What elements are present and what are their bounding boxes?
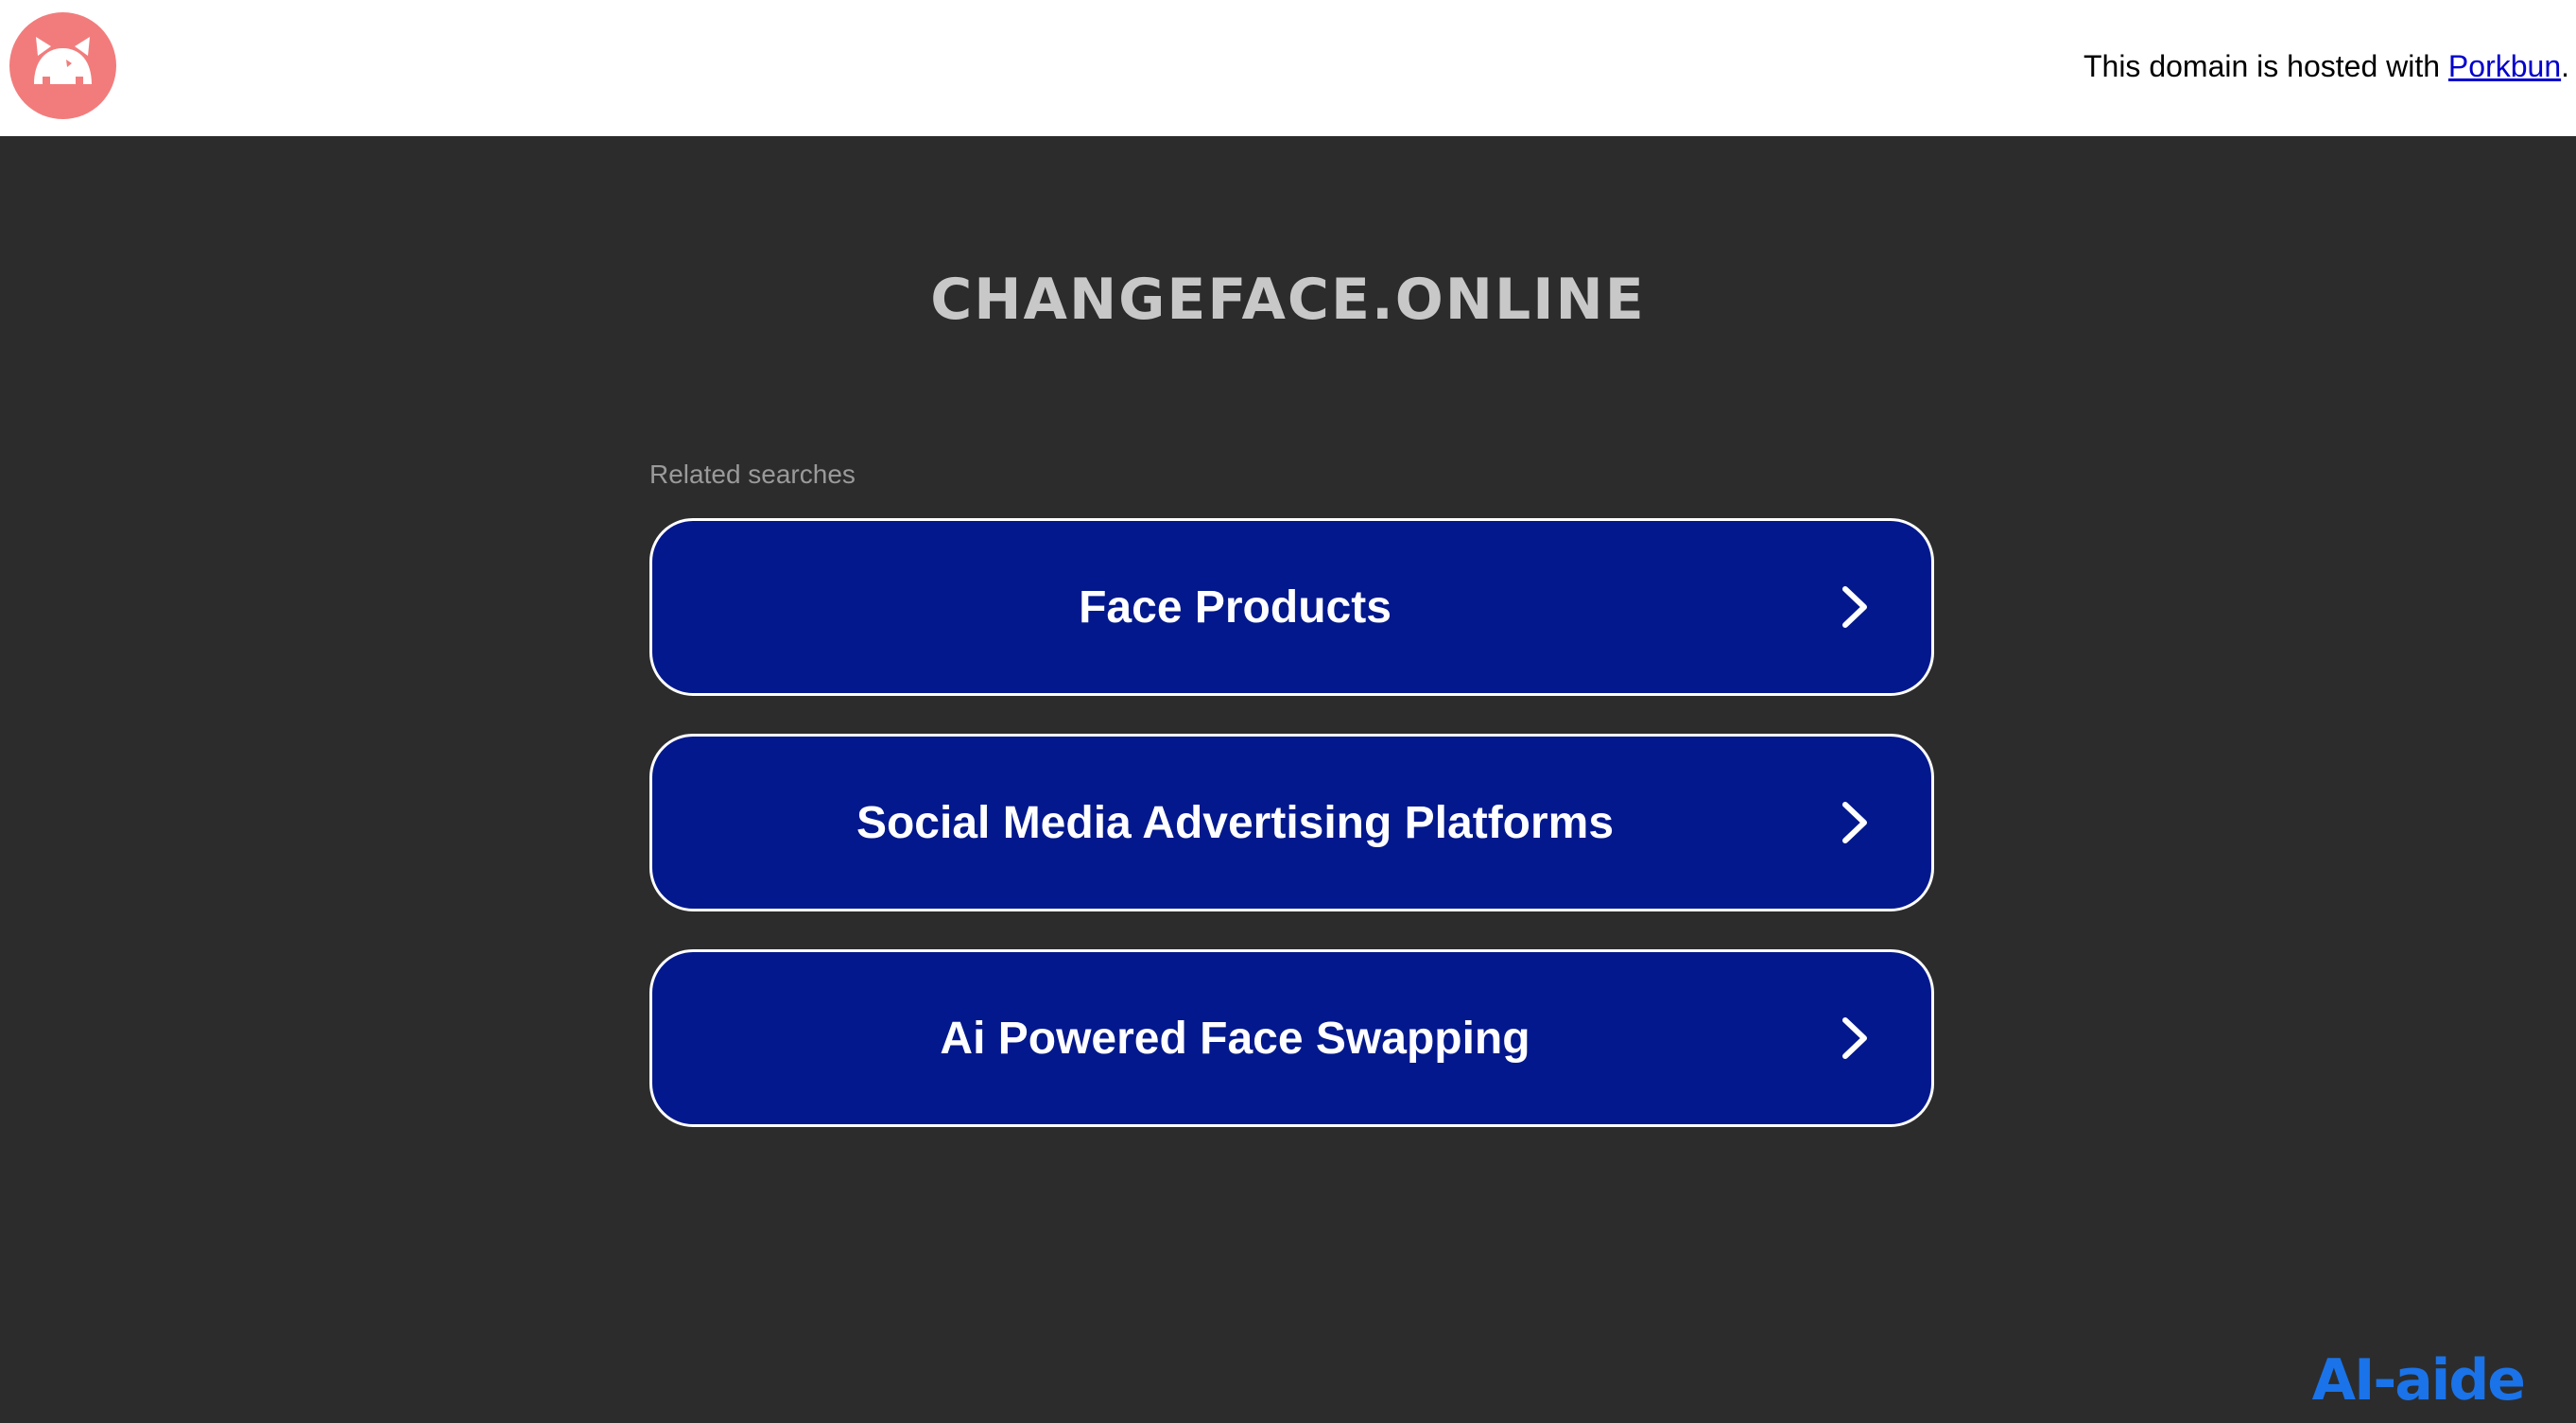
watermark-text: AI-aide [2311,1347,2526,1414]
related-searches-list: Face Products Social Media Advertising P… [649,518,1934,1165]
hosting-notice-period: . [2561,49,2569,83]
top-bar: This domain is hosted with Porkbun. [0,0,2576,136]
chevron-right-icon [1842,1017,1867,1059]
hosting-notice-text: This domain is hosted with [2083,49,2448,83]
chevron-right-icon [1842,802,1867,843]
related-searches-label: Related searches [649,460,856,489]
porkbun-link[interactable]: Porkbun [2448,49,2561,83]
search-item-social-media-advertising-platforms[interactable]: Social Media Advertising Platforms [649,734,1934,911]
search-item-label: Face Products [1079,581,1392,633]
chevron-right-icon [1842,586,1867,628]
porkbun-pig-icon[interactable] [9,12,116,119]
search-item-ai-powered-face-swapping[interactable]: Ai Powered Face Swapping [649,949,1934,1127]
ai-aide-watermark: AI-aide [2311,1347,2526,1414]
hosting-notice: This domain is hosted with Porkbun. [2083,49,2569,84]
search-item-label: Ai Powered Face Swapping [940,1013,1530,1064]
search-item-face-products[interactable]: Face Products [649,518,1934,696]
domain-title: CHANGEFACE.ONLINE [930,267,1646,333]
search-item-label: Social Media Advertising Platforms [856,797,1615,848]
